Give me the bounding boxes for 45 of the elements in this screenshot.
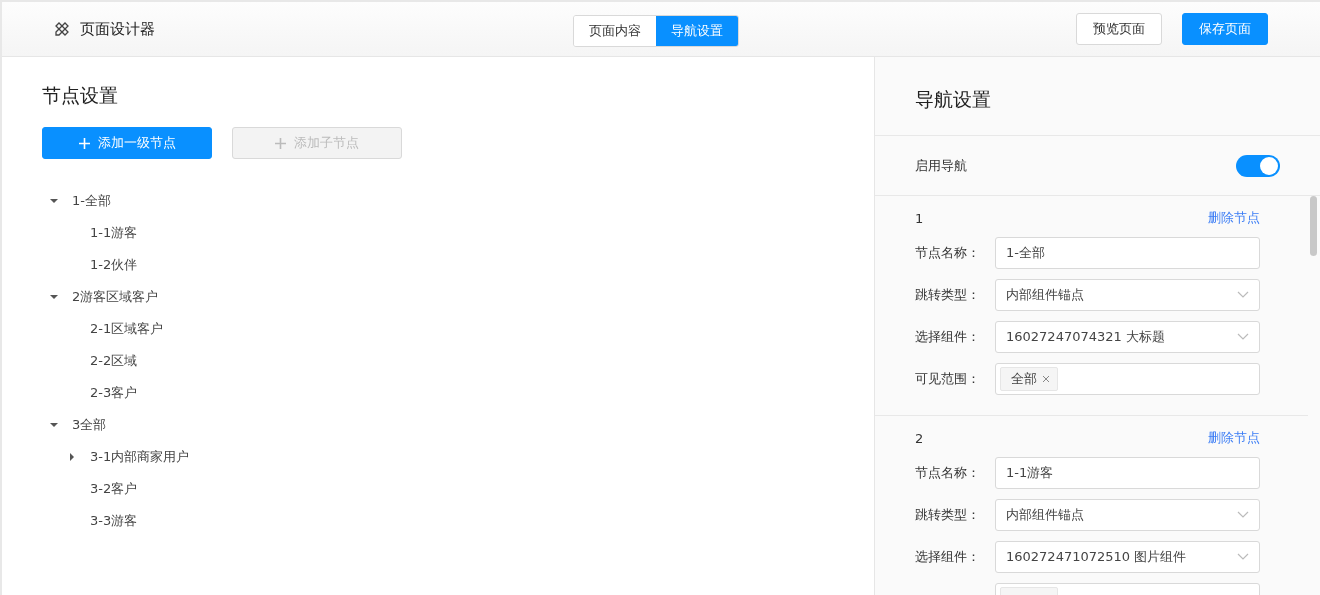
section-title: 节点设置 bbox=[42, 83, 119, 108]
text-input[interactable]: 1-全部 bbox=[995, 237, 1260, 269]
field-label: 可见范围： bbox=[915, 370, 981, 388]
tree-node-label[interactable]: 3-3游客 bbox=[90, 512, 138, 530]
toggle-label: 启用导航 bbox=[915, 156, 967, 175]
tag: 全部 bbox=[1000, 367, 1058, 391]
tag-select-field[interactable]: 全部 bbox=[995, 363, 1260, 395]
close-icon[interactable] bbox=[1042, 375, 1050, 383]
tree-node-label[interactable]: 3-2客户 bbox=[90, 480, 138, 498]
tree-node-label[interactable]: 2-3客户 bbox=[90, 384, 138, 402]
select-field[interactable]: 16027247074321 大标题 bbox=[995, 321, 1260, 353]
tree-node-label[interactable]: 1-1游客 bbox=[90, 224, 138, 242]
field-label: 跳转类型： bbox=[915, 506, 981, 524]
select-field[interactable]: 内部组件锚点 bbox=[995, 499, 1260, 531]
tree-node-label[interactable]: 2-2区域 bbox=[90, 352, 138, 370]
node-index: 2 bbox=[915, 430, 924, 446]
node-index: 1 bbox=[915, 210, 924, 226]
chevron-down-icon bbox=[1237, 291, 1249, 299]
tree-node-label[interactable]: 1-2伙伴 bbox=[90, 256, 138, 274]
field-label: 选择组件： bbox=[915, 548, 981, 566]
select-field[interactable]: 内部组件锚点 bbox=[995, 279, 1260, 311]
plus-icon bbox=[78, 137, 90, 149]
scrollbar-thumb[interactable] bbox=[1310, 196, 1317, 256]
chevron-down-icon bbox=[1237, 511, 1249, 519]
ruler-pencil-icon bbox=[54, 21, 70, 37]
preview-button[interactable]: 预览页面 bbox=[1076, 13, 1162, 45]
toggle-switch[interactable] bbox=[1236, 154, 1280, 177]
chevron-down-icon bbox=[1237, 333, 1249, 341]
field-label: 节点名称： bbox=[915, 244, 981, 262]
chevron-down-icon bbox=[1237, 553, 1249, 561]
select-field[interactable]: 160272471072510 图片组件 bbox=[995, 541, 1260, 573]
tree-node-label[interactable]: 3-1内部商家用户 bbox=[90, 448, 190, 466]
field-label: 选择组件： bbox=[915, 328, 981, 346]
tree-node-label[interactable]: 2游客区域客户 bbox=[72, 288, 159, 306]
plus-icon bbox=[275, 137, 286, 149]
tree-node-label[interactable]: 1-全部 bbox=[72, 192, 111, 210]
tree-node-label[interactable]: 2-1区域客户 bbox=[90, 320, 164, 338]
delete-node-link[interactable]: 删除节点 bbox=[1208, 429, 1260, 447]
field-label: 节点名称： bbox=[915, 464, 981, 482]
section-title: 导航设置 bbox=[915, 87, 992, 112]
field-label: 跳转类型： bbox=[915, 286, 981, 304]
text-input[interactable]: 1-1游客 bbox=[995, 457, 1260, 489]
tree-node-label[interactable]: 3全部 bbox=[72, 416, 107, 434]
app-title: 页面设计器 bbox=[80, 19, 155, 39]
delete-node-link[interactable]: 删除节点 bbox=[1208, 209, 1260, 227]
